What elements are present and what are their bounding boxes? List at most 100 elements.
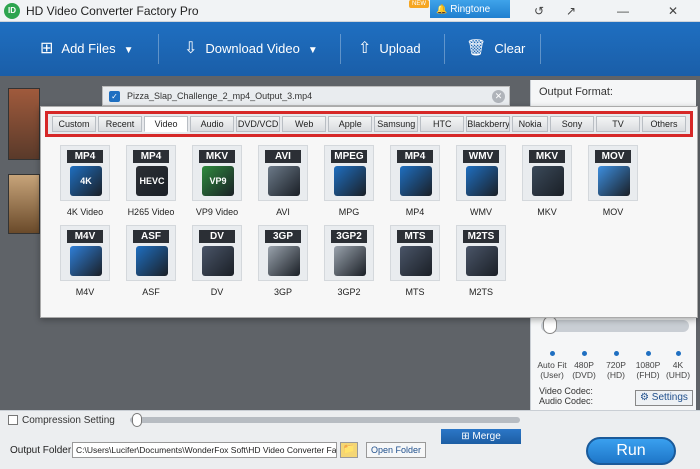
resolution-slider-track[interactable]	[541, 320, 689, 332]
format-art-icon	[70, 246, 102, 276]
resolution-label: 480P	[574, 360, 594, 370]
tab-web[interactable]: Web	[282, 116, 327, 132]
file-checkbox[interactable]: ✓	[109, 91, 120, 102]
toolbar-divider	[340, 34, 341, 64]
format-wmv[interactable]: WMV WMV	[453, 145, 509, 217]
resolution-option[interactable]: 4K (UHD)	[661, 351, 695, 380]
tab-audio[interactable]: Audio	[190, 116, 235, 132]
minimize-button[interactable]: —	[610, 2, 636, 20]
compression-checkbox[interactable]	[8, 415, 18, 425]
format-4k-video[interactable]: MP4 4K 4K Video	[57, 145, 113, 217]
tab-blackberry[interactable]: Blackberry	[466, 116, 511, 132]
clear-label: Clear	[494, 41, 526, 56]
tab-dvd-vcd[interactable]: DVD/VCD	[236, 116, 281, 132]
new-badge: NEW	[409, 0, 429, 8]
resolution-option[interactable]: 1080P (FHD)	[631, 351, 665, 380]
format-3gp2[interactable]: 3GP2 3GP2	[321, 225, 377, 297]
tab-sony[interactable]: Sony	[549, 116, 594, 132]
compression-slider-handle[interactable]	[132, 413, 142, 427]
run-button[interactable]: Run	[586, 437, 676, 465]
tab-samsung[interactable]: Samsung	[374, 116, 419, 132]
tab-video[interactable]: Video	[144, 116, 189, 132]
format-m4v[interactable]: M4V M4V	[57, 225, 113, 297]
format-mkv[interactable]: MKV MKV	[519, 145, 575, 217]
format-3gp[interactable]: 3GP 3GP	[255, 225, 311, 297]
format-vp9-video[interactable]: MKV VP9 VP9 Video	[189, 145, 245, 217]
undo-button[interactable]: ↺	[526, 2, 552, 20]
download-icon: ⇩	[184, 40, 198, 57]
resolution-option[interactable]: 480P (DVD)	[567, 351, 601, 380]
close-icon: ✕	[667, 4, 679, 18]
video-thumbnail[interactable]	[8, 88, 40, 160]
resolution-sub: (DVD)	[572, 370, 596, 380]
close-button[interactable]: ✕	[660, 2, 686, 20]
tab-tv[interactable]: TV	[595, 116, 640, 132]
upload-label: Upload	[379, 41, 421, 56]
tab-custom[interactable]: Custom	[52, 116, 97, 132]
avi-icon: AVI	[258, 145, 308, 201]
share-button[interactable]: ↗	[558, 2, 584, 20]
clear-button[interactable]: 🗑 Clear	[466, 22, 525, 76]
tab-others[interactable]: Others	[642, 116, 687, 132]
compression-slider-track[interactable]	[130, 417, 520, 423]
download-video-button[interactable]: ⇩ Download Video ▼	[184, 22, 318, 76]
mts-icon: MTS	[390, 225, 440, 281]
upload-icon: ⇧	[358, 40, 372, 57]
format-mts[interactable]: MTS MTS	[387, 225, 443, 297]
gear-icon: ⚙	[640, 392, 650, 403]
tick-dot-icon	[645, 351, 651, 356]
download-video-label: Download Video	[205, 41, 300, 56]
format-art-icon: HEVC	[136, 166, 168, 196]
folder-icon: 📁	[342, 444, 356, 455]
format-art-icon	[400, 246, 432, 276]
open-folder-button[interactable]: Open Folder	[366, 442, 426, 458]
tick-dot-icon	[549, 351, 555, 356]
format-h265-video[interactable]: MP4 HEVC H265 Video	[123, 145, 179, 217]
format-mov[interactable]: MOV MOV	[585, 145, 641, 217]
bottom-bar: Compression Setting ⊞ Merge Output Folde…	[0, 410, 700, 469]
tab-nokia[interactable]: Nokia	[512, 116, 548, 132]
undo-icon: ↺	[533, 4, 545, 18]
format-art-icon	[466, 166, 498, 196]
video-thumbnail[interactable]	[8, 174, 40, 234]
format-mp4[interactable]: MP4 MP4	[387, 145, 443, 217]
format-avi[interactable]: AVI AVI	[255, 145, 311, 217]
tick-dot-icon	[581, 351, 587, 356]
toolbar-divider	[444, 34, 445, 64]
merge-label: Merge	[472, 431, 501, 442]
tab-recent[interactable]: Recent	[98, 116, 143, 132]
format-mpg[interactable]: MPEG MPG	[321, 145, 377, 217]
resolution-sub: (UHD)	[665, 370, 691, 380]
format-m2ts[interactable]: M2TS M2TS	[453, 225, 509, 297]
format-art-icon	[202, 246, 234, 276]
merge-button[interactable]: ⊞ Merge	[441, 429, 521, 444]
title-bar: ID HD Video Converter Factory Pro NEW 🔔 R…	[0, 0, 700, 33]
output-folder-label: Output Folder:	[10, 445, 74, 456]
format-art-icon	[334, 166, 366, 196]
format-asf[interactable]: ASF ASF	[123, 225, 179, 297]
toolbar-divider	[158, 34, 159, 64]
resolution-slider-handle[interactable]	[543, 316, 557, 334]
resolution-sub: (HD)	[607, 370, 625, 380]
resolution-option[interactable]: Auto Fit (User)	[535, 351, 569, 380]
browse-folder-button[interactable]: 📁	[340, 442, 358, 458]
mov-icon: MOV	[588, 145, 638, 201]
tab-htc[interactable]: HTC	[420, 116, 465, 132]
resolution-option[interactable]: 720P (HD)	[599, 351, 633, 380]
format-art-icon: VP9	[202, 166, 234, 196]
output-folder-input[interactable]: C:\Users\Lucifer\Documents\WonderFox Sof…	[72, 442, 337, 458]
add-files-label: Add Files	[61, 41, 116, 56]
format-art-icon: 4K	[70, 166, 102, 196]
chevron-down-icon[interactable]: ▼	[124, 45, 134, 56]
mp4-4k-icon: MP4 4K	[60, 145, 110, 201]
settings-button[interactable]: ⚙ Settings	[635, 390, 693, 406]
chevron-down-icon[interactable]: ▼	[308, 45, 318, 56]
merge-icon: ⊞	[461, 431, 470, 442]
remove-file-icon[interactable]: ✕	[492, 90, 505, 103]
add-files-button[interactable]: ⊞ Add Files ▼	[40, 22, 134, 76]
main-toolbar: ⊞ Add Files ▼ ⇩ Download Video ▼ ⇧ Upload 🗑 Cl…	[0, 22, 700, 76]
tab-apple[interactable]: Apple	[328, 116, 373, 132]
format-dv[interactable]: DV DV	[189, 225, 245, 297]
upload-button[interactable]: ⇧ Upload	[358, 22, 421, 76]
ringtone-studio-button[interactable]: 🔔Ringtone Studio	[430, 0, 510, 33]
